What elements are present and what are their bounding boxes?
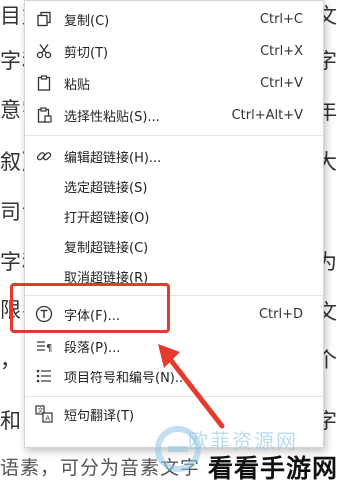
paste-special-icon — [35, 106, 53, 124]
menu-item-cut[interactable]: 剪切(T) Ctrl+X — [25, 36, 323, 66]
translate-icon: 文A — [35, 405, 53, 423]
annotation-highlight-box — [10, 283, 170, 333]
doc-text-line: 和 — [0, 409, 22, 433]
shortcut-label: Ctrl+C — [259, 11, 303, 27]
menu-item-label: 选择性粘贴(S)... — [64, 109, 160, 125]
menu-item-edit-hyperlink[interactable]: 编辑超链接(H)... — [25, 141, 323, 171]
menu-item-copy-hyperlink[interactable]: 复制超链接(C) — [25, 231, 323, 261]
shortcut-label: Ctrl+Alt+V — [231, 107, 303, 123]
paragraph-icon: ¶ — [35, 337, 53, 355]
list-bullets-icon — [35, 367, 53, 385]
doc-text-line: ， — [0, 348, 22, 372]
menu-item-label: 打开超链接(O) — [64, 210, 150, 226]
annotation-arrow — [158, 344, 225, 429]
watermark: 欧菲资源网 看看手游网 — [155, 425, 337, 484]
menu-item-paste[interactable]: 粘贴 Ctrl+V — [25, 68, 323, 98]
menu-item-label: 段落(P)... — [64, 340, 121, 356]
menu-item-label: 选定超链接(S) — [64, 180, 148, 196]
menu-item-label: 粘贴 — [64, 77, 91, 93]
menu-item-label: 编辑超链接(H)... — [64, 150, 162, 166]
menu-item-select-hyperlink[interactable]: 选定超链接(S) — [25, 171, 323, 201]
shortcut-label: Ctrl+V — [260, 75, 303, 91]
menu-item-label: 复制超链接(C) — [64, 240, 149, 256]
svg-text:A: A — [45, 415, 50, 423]
shortcut-label: Ctrl+D — [258, 306, 303, 322]
svg-text:文: 文 — [38, 407, 44, 415]
shortcut-label: Ctrl+X — [260, 43, 303, 59]
menu-item-label: 短句翻译(T) — [64, 408, 135, 424]
watermark-text-2: 看看手游网 — [208, 454, 337, 483]
scissors-icon — [35, 42, 53, 60]
menu-item-label: 剪切(T) — [64, 45, 109, 61]
menu-item-label: 复制(C) — [64, 13, 110, 29]
link-icon — [35, 147, 53, 165]
menu-item-paste-special[interactable]: 选择性粘贴(S)... Ctrl+Alt+V — [25, 100, 323, 130]
menu-item-open-hyperlink[interactable]: 打开超链接(O) — [25, 201, 323, 231]
menu-item-copy[interactable]: 复制(C) Ctrl+C — [25, 4, 323, 34]
svg-text:¶: ¶ — [46, 343, 52, 354]
paste-icon — [35, 74, 53, 92]
menu-divider — [25, 135, 323, 136]
copy-icon — [35, 10, 53, 28]
